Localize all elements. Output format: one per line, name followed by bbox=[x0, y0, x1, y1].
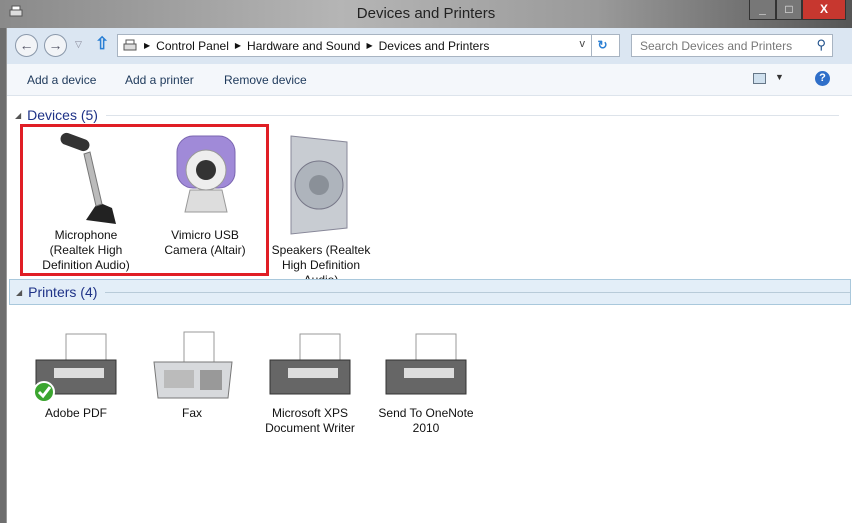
minimize-button[interactable]: _ bbox=[749, 0, 776, 20]
view-dropdown-icon[interactable]: ▼ bbox=[775, 72, 784, 82]
printers-group-header[interactable]: ◢ Printers (4) bbox=[9, 279, 851, 305]
remove-device-button[interactable]: Remove device bbox=[224, 73, 307, 87]
add-device-button[interactable]: Add a device bbox=[27, 73, 96, 87]
printer-adobe-pdf[interactable]: Adobe PDF bbox=[21, 330, 131, 421]
printer-icon bbox=[33, 333, 117, 403]
address-bar[interactable]: ▶ Control Panel ▶ Hardware and Sound ▶ Devi… bbox=[117, 34, 620, 57]
printer-label: Microsoft XPS Document Writer bbox=[265, 406, 355, 435]
window-title: Devices and Printers bbox=[356, 5, 496, 22]
printer-xps[interactable]: Microsoft XPS Document Writer bbox=[255, 330, 365, 436]
fax-icon bbox=[153, 331, 233, 399]
back-button[interactable]: ← bbox=[15, 34, 38, 57]
device-speakers[interactable]: Speakers (Realtek High Definition Audio) bbox=[266, 128, 376, 288]
view-options-icon[interactable] bbox=[753, 73, 766, 84]
printer-icon bbox=[269, 333, 351, 395]
printer-label: Adobe PDF bbox=[44, 406, 108, 420]
control-panel-icon bbox=[123, 39, 137, 51]
recent-dropdown-icon[interactable]: ▽ bbox=[75, 39, 82, 50]
device-microphone[interactable]: Microphone (Realtek High Definition Audi… bbox=[31, 128, 141, 273]
printer-label: Send To OneNote 2010 bbox=[378, 406, 474, 435]
breadcrumb-devices-printers[interactable]: Devices and Printers bbox=[379, 39, 490, 53]
microphone-icon bbox=[60, 132, 116, 224]
device-label: Microphone (Realtek High Definition Audi… bbox=[42, 228, 130, 272]
search-icon[interactable]: ⚲ bbox=[816, 37, 826, 53]
collapse-icon[interactable]: ◢ bbox=[16, 288, 22, 297]
printer-label: Fax bbox=[181, 406, 202, 420]
search-input[interactable]: Search Devices and Printers ⚲ bbox=[631, 34, 833, 57]
add-printer-button[interactable]: Add a printer bbox=[125, 73, 194, 87]
help-icon[interactable]: ? bbox=[815, 71, 830, 86]
explorer-window: ← → ▽ ⇧ ▶ Control Panel ▶ Hardware and Sou… bbox=[6, 28, 852, 523]
address-dropdown-icon[interactable]: v bbox=[580, 38, 586, 50]
close-button[interactable]: X bbox=[802, 0, 846, 20]
device-camera[interactable]: Vimicro USB Camera (Altair) bbox=[150, 128, 260, 258]
devices-header-label: Devices (5) bbox=[27, 107, 98, 123]
refresh-icon[interactable]: ↻ bbox=[591, 35, 613, 56]
breadcrumb-control-panel[interactable]: Control Panel bbox=[156, 39, 229, 53]
printers-header-label: Printers (4) bbox=[28, 284, 98, 300]
device-label: Vimicro USB Camera (Altair) bbox=[164, 228, 246, 257]
printer-icon bbox=[385, 333, 467, 395]
command-bar: Add a device Add a printer Remove device… bbox=[7, 64, 852, 96]
title-bar: Devices and Printers _ □ X bbox=[0, 0, 852, 28]
address-row: ← → ▽ ⇧ ▶ Control Panel ▶ Hardware and Sou… bbox=[7, 28, 852, 64]
speaker-icon bbox=[290, 135, 348, 235]
webcam-icon bbox=[176, 135, 236, 213]
maximize-button[interactable]: □ bbox=[776, 0, 802, 20]
search-placeholder: Search Devices and Printers bbox=[640, 39, 793, 53]
printer-onenote[interactable]: Send To OneNote 2010 bbox=[371, 330, 481, 436]
forward-button[interactable]: → bbox=[44, 34, 67, 57]
printer-fax[interactable]: Fax bbox=[137, 330, 247, 421]
collapse-icon[interactable]: ◢ bbox=[15, 111, 21, 120]
breadcrumb-hardware-sound[interactable]: Hardware and Sound bbox=[247, 39, 360, 53]
up-arrow-icon[interactable]: ⇧ bbox=[95, 34, 109, 54]
